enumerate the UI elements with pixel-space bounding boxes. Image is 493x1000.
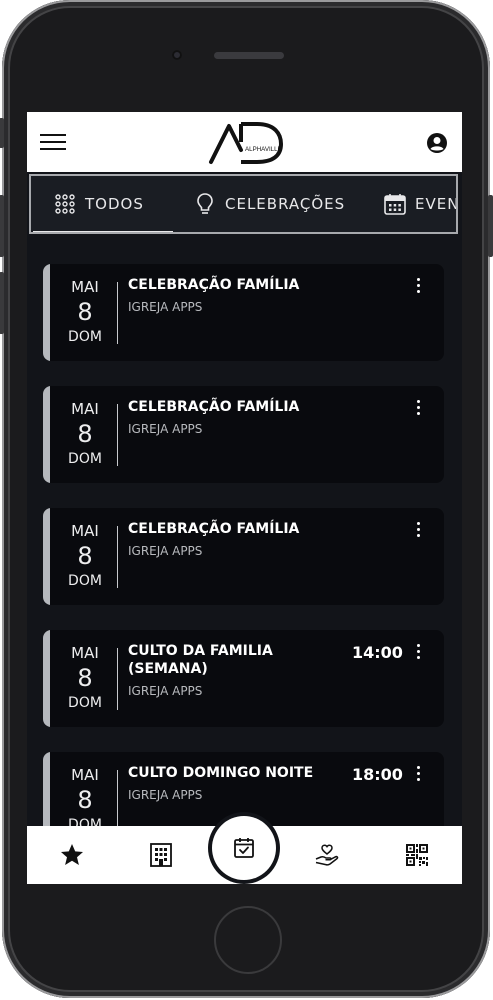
- event-day: 8: [77, 786, 93, 814]
- event-card[interactable]: MAI 8 DOM CULTO DA FAMILIA (SEMANA) IGRE…: [43, 630, 444, 727]
- tab-label: CELEBRAÇÕES: [225, 195, 346, 213]
- card-accent: [43, 752, 50, 826]
- event-title: CELEBRAÇÃO FAMÍLIA: [128, 399, 300, 415]
- volume-up-button: [0, 195, 4, 257]
- lightbulb-icon: [197, 193, 213, 214]
- alphaville-logo: ALPHAVILLE: [209, 122, 284, 164]
- date-divider: [117, 648, 118, 710]
- mute-switch: [0, 118, 4, 148]
- event-time: 18:00: [352, 765, 403, 784]
- event-org: IGREJA APPS: [128, 422, 203, 436]
- event-weekday: DOM: [68, 573, 102, 589]
- event-org: IGREJA APPS: [128, 788, 203, 802]
- user-account-icon[interactable]: [426, 132, 448, 154]
- tab-label: TODOS: [85, 195, 144, 213]
- event-month: MAI: [71, 644, 99, 662]
- event-card[interactable]: MAI 8 DOM CELEBRAÇÃO FAMÍLIA IGREJA APPS: [43, 508, 444, 605]
- event-title: CULTO DA FAMILIA (SEMANA): [128, 643, 273, 677]
- event-title: CELEBRAÇÃO FAMÍLIA: [128, 277, 300, 293]
- event-date: MAI 8 DOM: [57, 766, 113, 826]
- event-title: CULTO DOMINGO NOITE: [128, 765, 314, 781]
- event-month: MAI: [71, 522, 99, 540]
- logo-subtext: ALPHAVILLE: [245, 146, 282, 153]
- building-icon[interactable]: [148, 842, 174, 868]
- qr-code-icon[interactable]: [404, 842, 430, 868]
- app-screen: ALPHAVILLE TODOS CELEBRAÇÕES EVEN MAI 8 …: [27, 112, 462, 884]
- event-org: IGREJA APPS: [128, 300, 203, 314]
- home-button[interactable]: [214, 906, 282, 974]
- calendar-icon: [384, 194, 406, 215]
- card-accent: [43, 508, 50, 605]
- event-date: MAI 8 DOM: [57, 522, 113, 590]
- tab-eventos[interactable]: EVEN: [383, 176, 458, 232]
- date-divider: [117, 770, 118, 826]
- center-action-button[interactable]: [212, 816, 276, 880]
- app-header: ALPHAVILLE: [27, 112, 462, 172]
- volume-down-button: [0, 272, 4, 334]
- card-accent: [43, 630, 50, 727]
- more-options-icon[interactable]: [415, 400, 421, 420]
- event-day: 8: [77, 542, 93, 570]
- event-weekday: DOM: [68, 451, 102, 467]
- power-button: [488, 195, 493, 257]
- active-tab-indicator: [33, 231, 173, 232]
- event-card[interactable]: MAI 8 DOM CELEBRAÇÃO FAMÍLIA IGREJA APPS: [43, 386, 444, 483]
- more-options-icon[interactable]: [415, 644, 421, 664]
- event-weekday: DOM: [68, 329, 102, 345]
- event-month: MAI: [71, 278, 99, 296]
- event-date: MAI 8 DOM: [57, 278, 113, 346]
- hand-heart-icon[interactable]: [314, 842, 340, 868]
- front-camera: [172, 50, 182, 60]
- event-weekday: DOM: [68, 695, 102, 711]
- event-title-block: CELEBRAÇÃO FAMÍLIA IGREJA APPS: [128, 520, 338, 558]
- tab-todos[interactable]: TODOS: [53, 176, 144, 232]
- event-list: MAI 8 DOM CELEBRAÇÃO FAMÍLIA IGREJA APPS…: [27, 236, 462, 826]
- calendar-check-icon: [234, 838, 254, 858]
- card-accent: [43, 386, 50, 483]
- event-date: MAI 8 DOM: [57, 644, 113, 712]
- event-weekday: DOM: [68, 817, 102, 826]
- event-month: MAI: [71, 766, 99, 784]
- tab-label: EVEN: [415, 195, 458, 213]
- event-org: IGREJA APPS: [128, 544, 203, 558]
- grid-dots-icon: [55, 194, 75, 214]
- event-day: 8: [77, 298, 93, 326]
- event-title-block: CELEBRAÇÃO FAMÍLIA IGREJA APPS: [128, 276, 338, 314]
- event-day: 8: [77, 664, 93, 692]
- more-options-icon[interactable]: [415, 522, 421, 542]
- date-divider: [117, 526, 118, 588]
- event-title-block: CULTO DA FAMILIA (SEMANA) IGREJA APPS: [128, 642, 328, 698]
- tab-celebracoes[interactable]: CELEBRAÇÕES: [193, 176, 345, 232]
- menu-icon[interactable]: [40, 134, 66, 152]
- event-card[interactable]: MAI 8 DOM CELEBRAÇÃO FAMÍLIA IGREJA APPS: [43, 264, 444, 361]
- more-options-icon[interactable]: [415, 766, 421, 786]
- event-title: CELEBRAÇÃO FAMÍLIA: [128, 521, 300, 537]
- event-date: MAI 8 DOM: [57, 400, 113, 468]
- event-month: MAI: [71, 400, 99, 418]
- more-options-icon[interactable]: [415, 278, 421, 298]
- card-accent: [43, 264, 50, 361]
- star-icon[interactable]: [59, 842, 85, 868]
- date-divider: [117, 282, 118, 344]
- event-day: 8: [77, 420, 93, 448]
- event-org: IGREJA APPS: [128, 684, 203, 698]
- earpiece-speaker: [214, 52, 284, 59]
- event-time: 14:00: [352, 643, 403, 662]
- event-title-block: CULTO DOMINGO NOITE IGREJA APPS: [128, 764, 338, 802]
- event-title-block: CELEBRAÇÃO FAMÍLIA IGREJA APPS: [128, 398, 338, 436]
- date-divider: [117, 404, 118, 466]
- category-tabs: TODOS CELEBRAÇÕES EVEN: [29, 174, 458, 234]
